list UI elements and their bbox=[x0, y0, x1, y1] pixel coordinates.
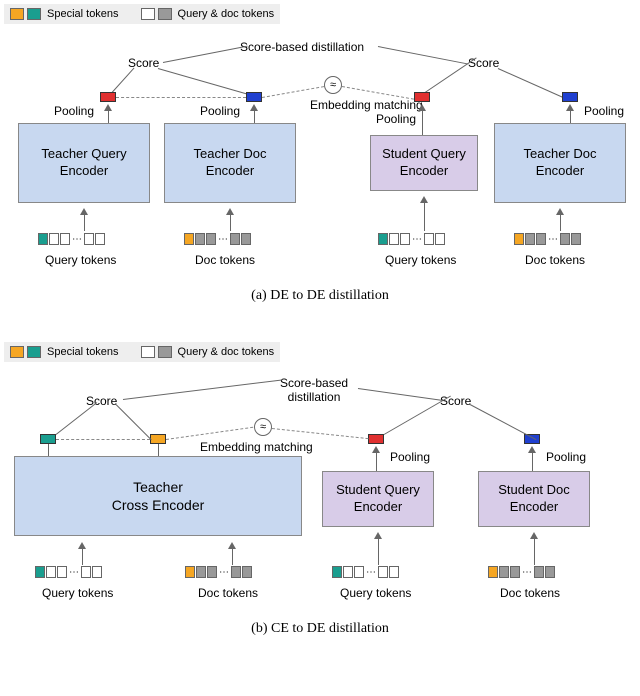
d-tokens-lbl-2: Doc tokens bbox=[525, 253, 585, 267]
q-tokens-b2: Query tokens bbox=[340, 586, 411, 600]
gray-token-icon bbox=[158, 8, 172, 20]
legend-qd-label-2: Query & doc tokens bbox=[178, 346, 275, 358]
score-right-b: Score bbox=[440, 394, 471, 408]
teal-token-icon-2 bbox=[27, 346, 41, 358]
student-q-emb-b bbox=[368, 434, 384, 444]
pooling-1: Pooling bbox=[54, 104, 94, 118]
teacher-query-encoder: Teacher Query Encoder bbox=[18, 123, 150, 203]
legend-special-label: Special tokens bbox=[47, 8, 119, 20]
ce-d-embedding bbox=[150, 434, 166, 444]
student-doc-tokens-b: ⋯ bbox=[488, 566, 555, 578]
emb-match-label-a: Embedding matching bbox=[310, 98, 423, 112]
ce-doc-tokens: ⋯ bbox=[185, 566, 252, 578]
ce-q-embedding bbox=[40, 434, 56, 444]
query-tokens-2: ⋯ bbox=[378, 233, 445, 245]
approx-symbol-a: ≈ bbox=[324, 76, 342, 94]
panel-b: Score Score-based distillation Score ≈ E… bbox=[0, 366, 640, 696]
teal-token-icon bbox=[27, 8, 41, 20]
gray-token-icon-2 bbox=[158, 346, 172, 358]
caption-b: (b) CE to DE distillation bbox=[0, 621, 640, 637]
pooling-2: Pooling bbox=[200, 104, 240, 118]
doc-tokens-1: ⋯ bbox=[184, 233, 251, 245]
teacher-doc-encoder-1: Teacher Doc Encoder bbox=[164, 123, 296, 203]
panel-a: Score Score-based distillation Score ≈ E… bbox=[0, 28, 640, 338]
d-tokens-b2: Doc tokens bbox=[500, 586, 560, 600]
student-query-encoder-a: Student Query Encoder bbox=[370, 135, 478, 191]
q-tokens-b1: Query tokens bbox=[42, 586, 113, 600]
d-tokens-b1: Doc tokens bbox=[198, 586, 258, 600]
d-tokens-lbl-1: Doc tokens bbox=[195, 253, 255, 267]
legend-qd-label: Query & doc tokens bbox=[178, 8, 275, 20]
score-distill-b: Score-based distillation bbox=[280, 376, 348, 404]
q-tokens-lbl-1: Query tokens bbox=[45, 253, 116, 267]
white-token-icon bbox=[141, 8, 155, 20]
query-tokens-1: ⋯ bbox=[38, 233, 105, 245]
q-tokens-lbl-2: Query tokens bbox=[385, 253, 456, 267]
legend-mid: Special tokens Query & doc tokens bbox=[4, 342, 280, 362]
doc-tokens-2: ⋯ bbox=[514, 233, 581, 245]
pooling-b1: Pooling bbox=[390, 450, 430, 464]
teacher-d-embedding bbox=[246, 92, 262, 102]
legend-top: Special tokens Query & doc tokens bbox=[4, 4, 280, 24]
student-doc-encoder-b: Student Doc Encoder bbox=[478, 471, 590, 527]
teacher-cross-encoder: Teacher Cross Encoder bbox=[14, 456, 302, 536]
approx-symbol-b: ≈ bbox=[254, 418, 272, 436]
emb-match-b: Embedding matching bbox=[200, 440, 313, 454]
ce-query-tokens: ⋯ bbox=[35, 566, 102, 578]
white-token-icon-2 bbox=[141, 346, 155, 358]
orange-token-icon bbox=[10, 8, 24, 20]
score-distill-label: Score-based distillation bbox=[240, 40, 364, 54]
orange-token-icon-2 bbox=[10, 346, 24, 358]
teacher-doc-encoder-2: Teacher Doc Encoder bbox=[494, 123, 626, 203]
teacher-q-embedding bbox=[100, 92, 116, 102]
pooling-3: Pooling bbox=[376, 112, 416, 126]
student-query-encoder-b: Student Query Encoder bbox=[322, 471, 434, 527]
pooling-4: Pooling bbox=[584, 104, 624, 118]
student-d-embedding-a bbox=[562, 92, 578, 102]
caption-a: (a) DE to DE distillation bbox=[0, 288, 640, 304]
legend-special-label-2: Special tokens bbox=[47, 346, 119, 358]
pooling-b2: Pooling bbox=[546, 450, 586, 464]
student-query-tokens-b: ⋯ bbox=[332, 566, 399, 578]
